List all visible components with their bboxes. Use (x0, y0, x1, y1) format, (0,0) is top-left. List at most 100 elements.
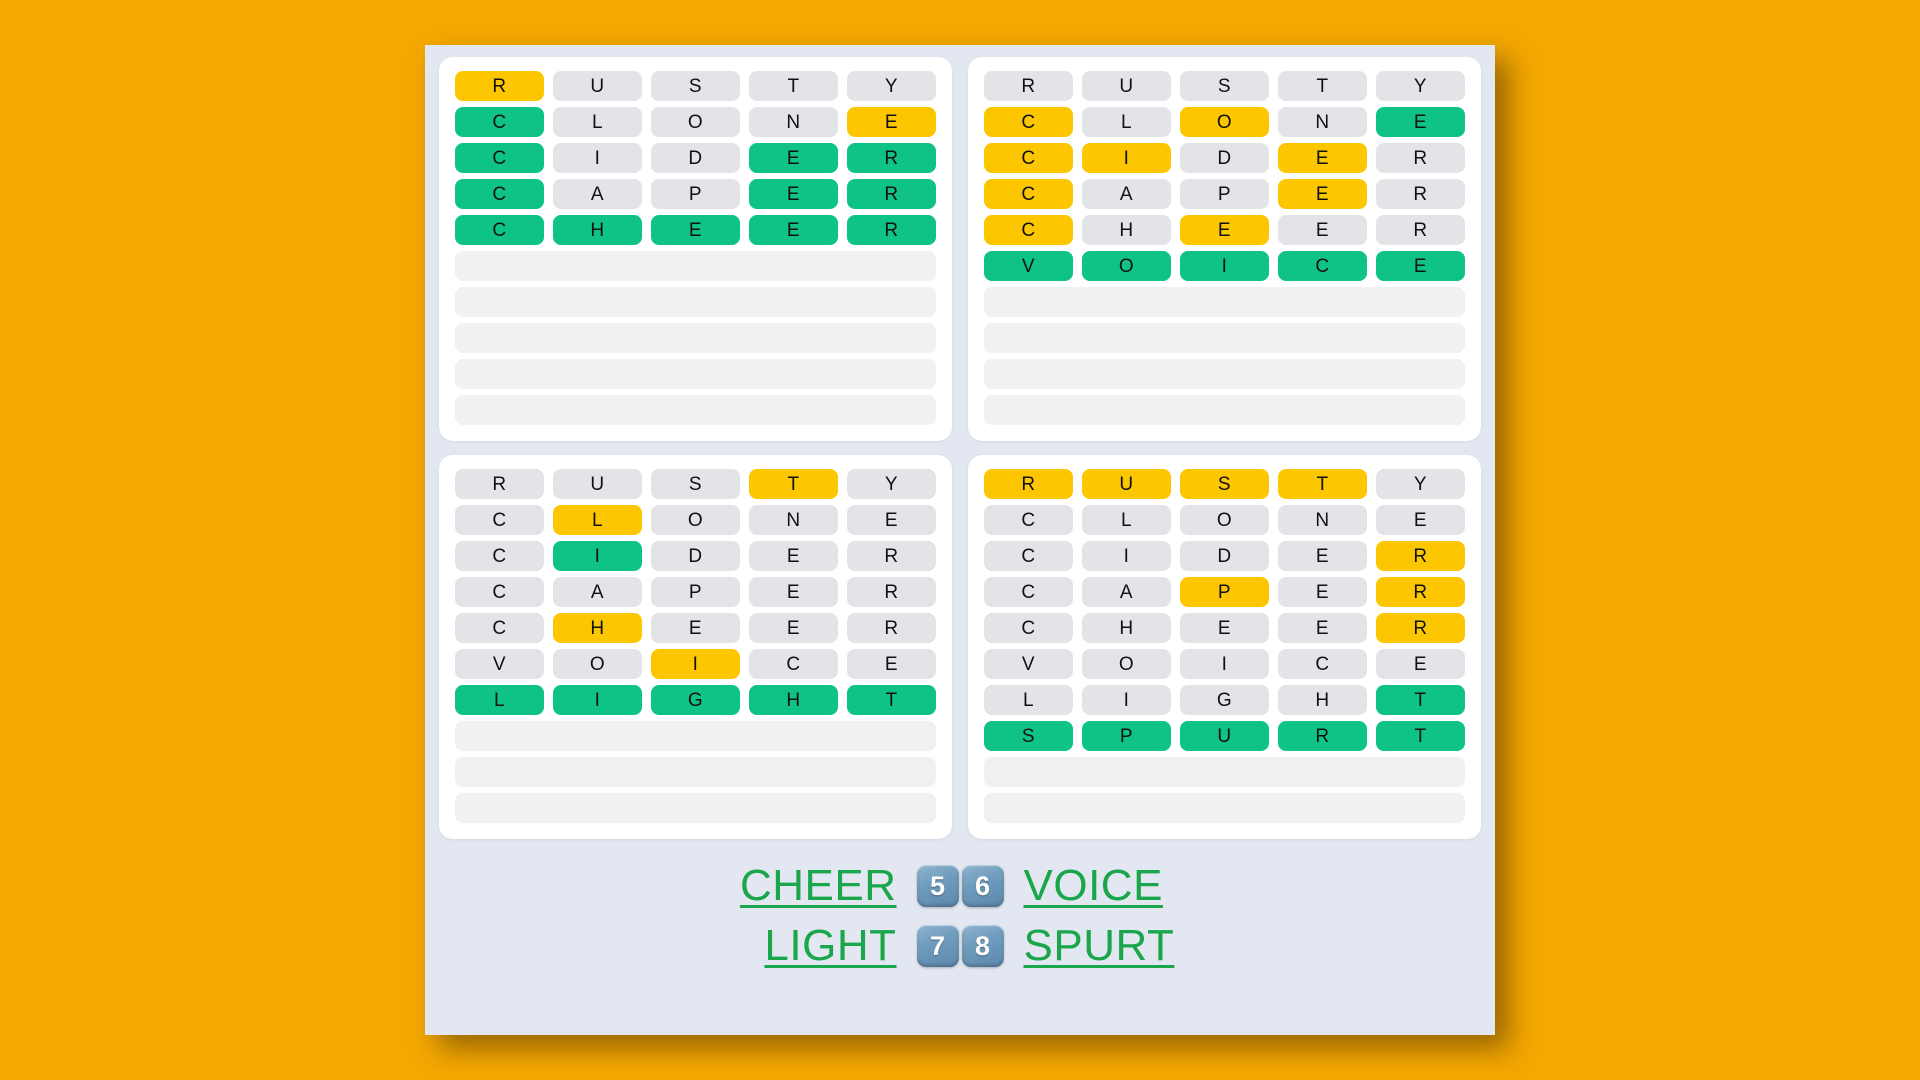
empty-row-bar (455, 359, 936, 389)
letter-tile-correct: C (455, 107, 544, 137)
letter-tile-absent: E (1376, 649, 1465, 679)
guess-row: LIGHT (455, 685, 936, 715)
guess-row: CHEER (984, 613, 1465, 643)
empty-guess-row (984, 287, 1465, 317)
empty-row-bar (455, 251, 936, 281)
letter-tile-absent: E (1278, 577, 1367, 607)
guess-row: CHEER (455, 613, 936, 643)
letter-tile-absent: V (984, 649, 1073, 679)
letter-tile-absent: C (455, 505, 544, 535)
score-badge-5: 5 (916, 865, 959, 907)
letter-tile-absent: E (847, 505, 936, 535)
guess-row: CLONE (984, 107, 1465, 137)
guess-row: CIDER (984, 143, 1465, 173)
letter-tile-absent: R (455, 469, 544, 499)
letter-tile-correct: O (1082, 251, 1171, 281)
letter-tile-absent: N (749, 107, 838, 137)
empty-guess-row (984, 757, 1465, 787)
empty-row-bar (984, 287, 1465, 317)
empty-row-bar (984, 359, 1465, 389)
guess-row: CHEER (455, 215, 936, 245)
letter-tile-absent: C (455, 541, 544, 571)
letter-tile-absent: A (553, 179, 642, 209)
card-rows-2: RUSTYCLONECIDERCAPERCHEERVOICE (984, 71, 1465, 425)
answer-word-voice[interactable]: VOICE (1024, 861, 1221, 911)
letter-tile-correct: I (553, 685, 642, 715)
empty-guess-row (984, 395, 1465, 425)
letter-tile-present: I (1082, 143, 1171, 173)
letter-tile-present: R (455, 71, 544, 101)
letter-tile-absent: S (651, 469, 740, 499)
letter-tile-correct: E (651, 215, 740, 245)
empty-guess-row (984, 323, 1465, 353)
letter-tile-absent: I (1180, 649, 1269, 679)
letter-tile-absent: E (1278, 215, 1367, 245)
guess-row: CHEER (984, 215, 1465, 245)
guess-row: CIDER (984, 541, 1465, 571)
guess-row: RUSTY (455, 71, 936, 101)
guess-row: CIDER (455, 143, 936, 173)
card-rows-1: RUSTYCLONECIDERCAPERCHEER (455, 71, 936, 425)
letter-tile-present: E (1278, 143, 1367, 173)
letter-tile-absent: O (651, 107, 740, 137)
letter-tile-present: R (1376, 577, 1465, 607)
letter-tile-absent: L (553, 107, 642, 137)
empty-row-bar (984, 757, 1465, 787)
empty-row-bar (455, 721, 936, 751)
empty-guess-row (455, 721, 936, 751)
letter-tile-absent: N (749, 505, 838, 535)
guess-row: CAPER (455, 179, 936, 209)
letter-tile-present: L (553, 505, 642, 535)
letter-tile-absent: U (553, 71, 642, 101)
answer-word-spurt[interactable]: SPURT (1024, 921, 1221, 971)
letter-tile-absent: O (1082, 649, 1171, 679)
letter-tile-absent: H (1082, 215, 1171, 245)
letter-tile-absent: I (1082, 685, 1171, 715)
letter-tile-absent: A (1082, 577, 1171, 607)
letter-tile-present: R (1376, 541, 1465, 571)
letter-tile-present: E (1180, 215, 1269, 245)
letter-tile-present: U (1082, 469, 1171, 499)
letter-tile-absent: A (553, 577, 642, 607)
answer-line-1: CHEER 5 6 VOICE (700, 861, 1220, 911)
letter-tile-correct: C (455, 215, 544, 245)
letter-tile-correct: C (455, 179, 544, 209)
answer-word-light[interactable]: LIGHT (700, 921, 897, 971)
letter-tile-absent: R (847, 613, 936, 643)
letter-tile-absent: E (1180, 613, 1269, 643)
empty-guess-row (984, 793, 1465, 823)
guess-row: CAPER (984, 577, 1465, 607)
letter-tile-absent: C (1278, 649, 1367, 679)
letter-tile-correct: G (651, 685, 740, 715)
letter-tile-absent: Y (1376, 71, 1465, 101)
letter-tile-correct: I (1180, 251, 1269, 281)
letter-tile-absent: E (651, 613, 740, 643)
letter-tile-absent: D (1180, 143, 1269, 173)
letter-tile-correct: L (455, 685, 544, 715)
letter-tile-present: R (1376, 613, 1465, 643)
guess-row: CLONE (455, 107, 936, 137)
letter-tile-absent: E (1376, 505, 1465, 535)
empty-guess-row (455, 359, 936, 389)
empty-row-bar (984, 395, 1465, 425)
guess-row: SPURT (984, 721, 1465, 751)
quordle-grids: RUSTYCLONECIDERCAPERCHEER RUSTYCLONECIDE… (425, 45, 1495, 845)
quordle-board-panel: RUSTYCLONECIDERCAPERCHEER RUSTYCLONECIDE… (425, 45, 1495, 1035)
letter-tile-absent: R (1376, 179, 1465, 209)
letter-tile-absent: C (455, 577, 544, 607)
letter-tile-absent: P (1180, 179, 1269, 209)
empty-row-bar (455, 793, 936, 823)
guess-row: RUSTY (455, 469, 936, 499)
letter-tile-absent: L (1082, 505, 1171, 535)
letter-tile-absent: O (553, 649, 642, 679)
letter-tile-absent: T (1278, 71, 1367, 101)
answer-word-cheer[interactable]: CHEER (700, 861, 897, 911)
guess-row: CIDER (455, 541, 936, 571)
empty-row-bar (984, 793, 1465, 823)
letter-tile-absent: C (984, 577, 1073, 607)
letter-tile-correct: P (1082, 721, 1171, 751)
letter-tile-present: E (1278, 179, 1367, 209)
letter-tile-present: H (553, 613, 642, 643)
letter-tile-correct: V (984, 251, 1073, 281)
letter-tile-absent: Y (847, 469, 936, 499)
